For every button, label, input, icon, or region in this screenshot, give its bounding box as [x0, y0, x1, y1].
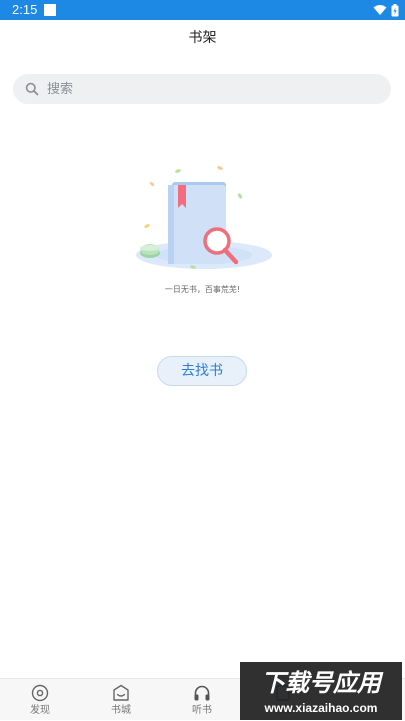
- bookstore-icon: [113, 684, 129, 701]
- search-icon: [25, 82, 39, 96]
- search-input[interactable]: [47, 74, 377, 104]
- nav-item-discover[interactable]: 发现: [10, 679, 70, 721]
- page-title: 书架: [188, 30, 217, 46]
- watermark-logo-text: 下载号应用: [261, 669, 384, 696]
- find-books-button[interactable]: 去找书: [157, 356, 247, 386]
- nav-label-audiobook: 听书: [192, 705, 212, 716]
- wifi-icon: [373, 5, 387, 15]
- status-time: 2:15: [12, 2, 38, 17]
- compass-icon: [31, 684, 49, 702]
- status-icons: [373, 3, 399, 17]
- watermark-url: www.xiazaihao.com: [264, 701, 378, 715]
- nav-item-bookstore[interactable]: 书城: [91, 679, 151, 721]
- notification-icon: [44, 4, 56, 16]
- nav-label-bookstore: 书城: [111, 705, 131, 716]
- headphones-icon: [194, 685, 210, 701]
- status-bar: 2:15: [0, 0, 405, 20]
- empty-state-message: 一日无书，百事荒芜!: [164, 285, 241, 294]
- nav-label-discover: 发现: [30, 705, 50, 716]
- watermark-logo: 下载号应用: [261, 669, 384, 696]
- nav-item-audiobook[interactable]: 听书: [172, 679, 232, 721]
- watermark: 下载号应用 www.xiazaihao.com: [240, 662, 402, 720]
- search-bar[interactable]: [13, 74, 391, 104]
- battery-icon: [391, 3, 399, 16]
- empty-bookshelf-illustration: [136, 166, 272, 269]
